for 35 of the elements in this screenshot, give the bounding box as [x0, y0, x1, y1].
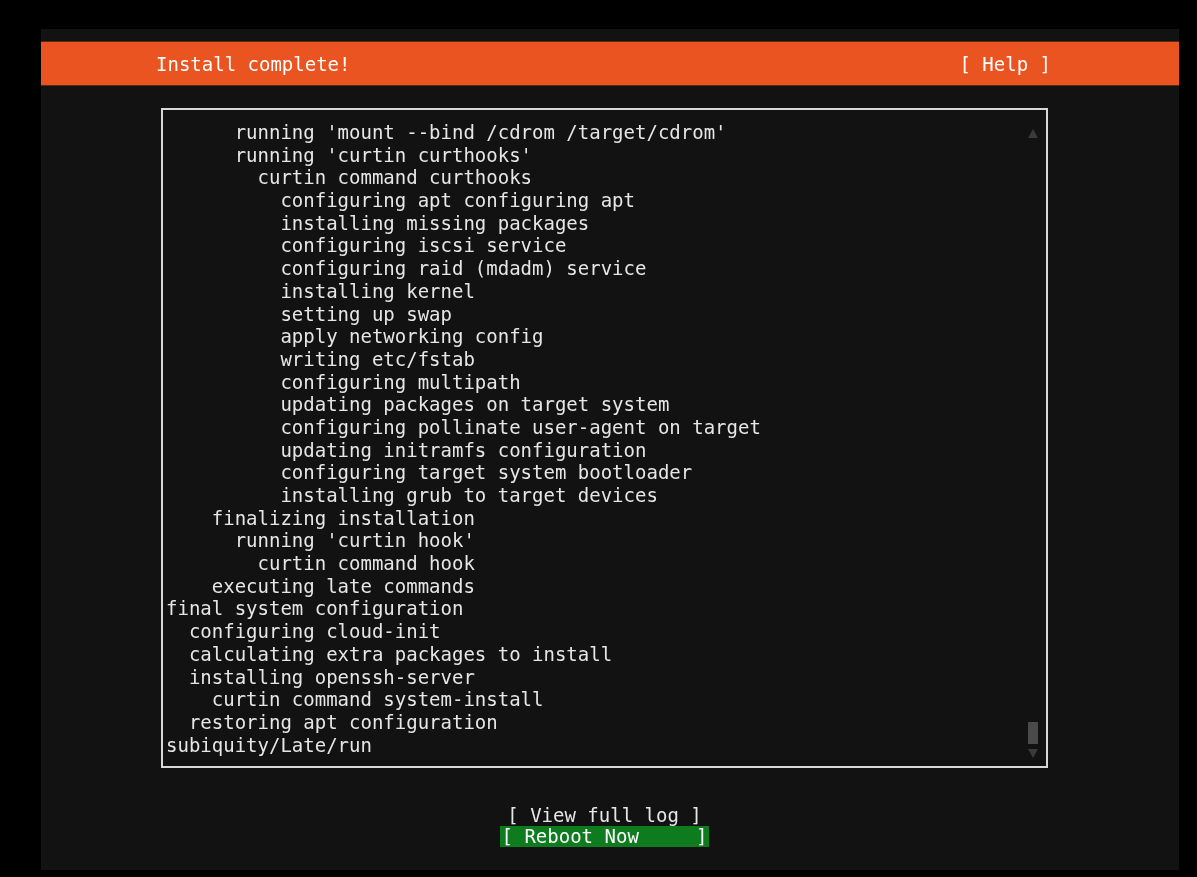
log-line: updating initramfs configuration: [279, 438, 648, 462]
log-line: configuring pollinate user-agent on target: [279, 415, 762, 439]
log-line: configuring multipath: [279, 370, 522, 394]
action-button[interactable]: [ Reboot Now ]: [499, 826, 710, 847]
log-line: writing etc/fstab: [279, 347, 476, 371]
log-line: subiquity/Late/run: [166, 733, 373, 757]
log-line: configuring apt configuring apt: [279, 189, 636, 212]
log-line: curtin command system-install: [210, 688, 545, 711]
scrollbar-thumb[interactable]: [1028, 722, 1038, 744]
log-line: installing grub to target devices: [279, 484, 659, 507]
log-line: updating packages on target system: [279, 393, 671, 416]
screen-title: Install complete!: [156, 52, 351, 75]
log-line: apply networking config: [279, 325, 545, 348]
log-line: curtin command hook: [256, 552, 476, 575]
log-line: configuring target system bootloader: [279, 461, 694, 484]
log-line: running 'mount --bind /cdrom /target/cdrom': [233, 121, 728, 144]
log-line: calculating extra packages to install: [187, 642, 614, 666]
log-line: installing missing packages: [279, 211, 591, 235]
log-line: running 'curtin curthooks': [233, 143, 534, 167]
log-line: running 'curtin hook': [233, 529, 476, 553]
action-button[interactable]: [ View full log ]: [505, 805, 704, 826]
log-line: executing late commands: [210, 574, 476, 598]
log-line: installing kernel: [279, 279, 476, 303]
log-line: installing openssh-server: [187, 665, 476, 689]
scroll-up-icon[interactable]: [1028, 129, 1038, 138]
help-button[interactable]: [ Help ]: [959, 52, 1051, 75]
log-line: final system configuration: [166, 597, 465, 621]
log-line: curtin command curthooks: [256, 166, 534, 190]
log-line: configuring iscsi service: [279, 234, 568, 258]
scroll-down-icon[interactable]: [1028, 749, 1038, 758]
log-line: configuring cloud-init: [187, 620, 442, 643]
log-line: finalizing installation: [210, 506, 476, 530]
log-line: configuring raid (mdadm) service: [279, 257, 648, 280]
log-line: restoring apt configuration: [187, 710, 499, 734]
log-line: setting up swap: [279, 302, 453, 326]
